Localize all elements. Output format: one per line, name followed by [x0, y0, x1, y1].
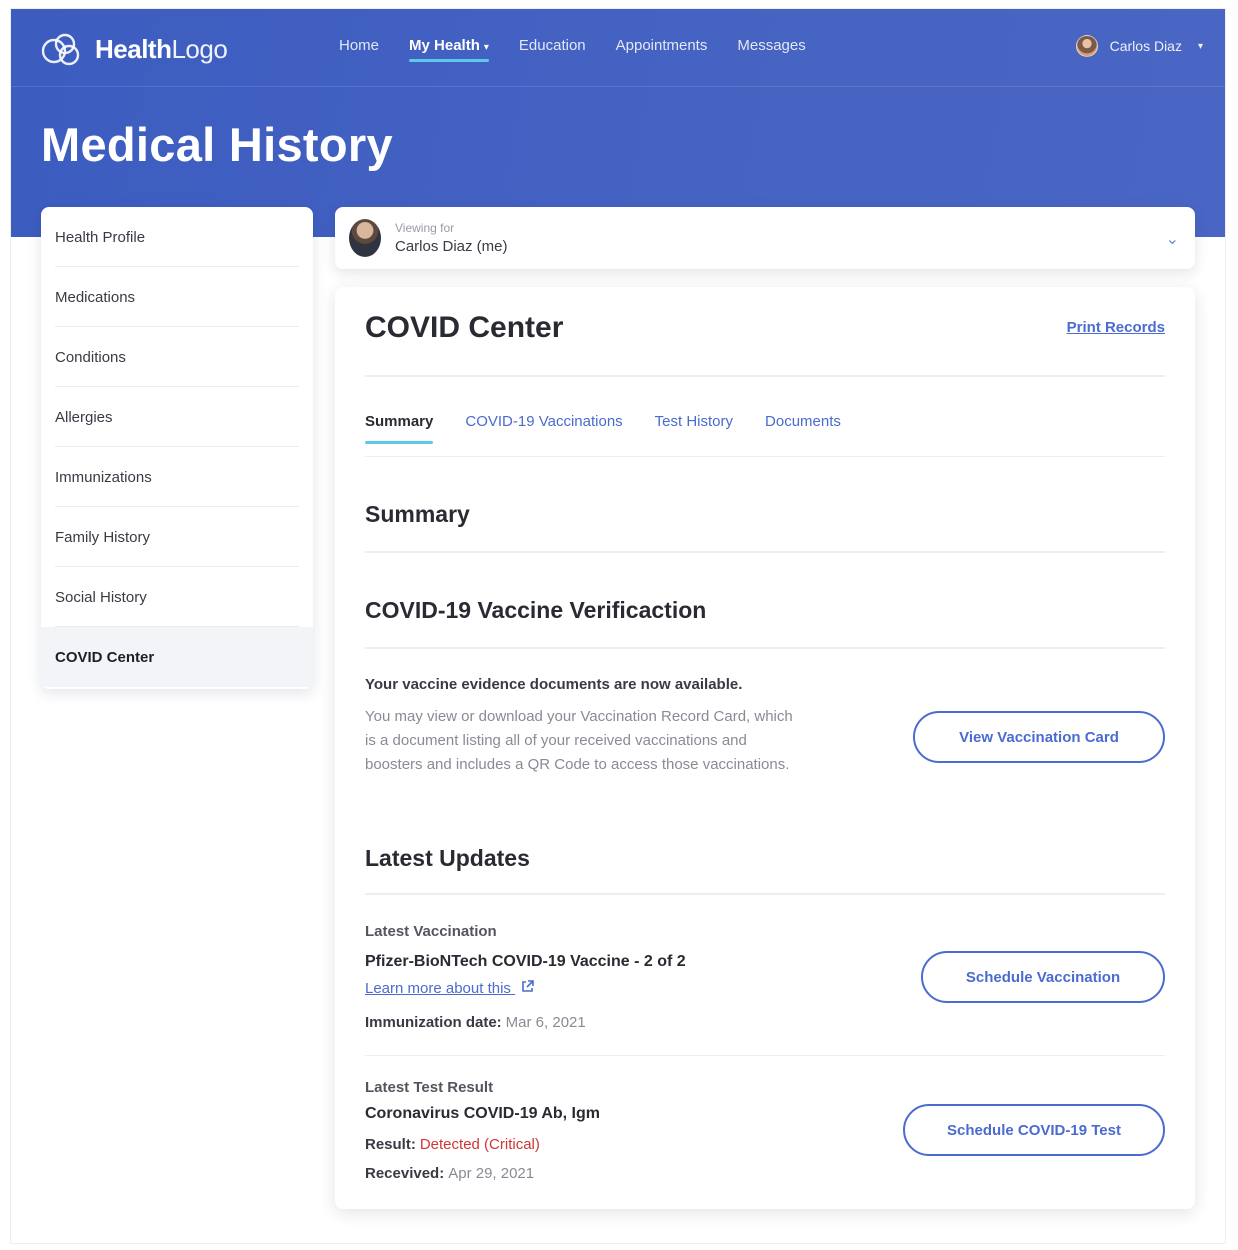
nav-links: Home My Health ▾ Education Appointments M… — [339, 37, 806, 62]
chevron-down-icon: ▾ — [1197, 40, 1203, 52]
top-navigation: HealthLogo Home My Health ▾ Education App… — [11, 9, 1225, 87]
viewing-for-label: Viewing for — [395, 221, 455, 235]
test-result: Result: Detected (Critical) — [365, 1136, 540, 1153]
schedule-covid-test-button[interactable]: Schedule COVID-19 Test — [903, 1104, 1165, 1156]
sidebar-item-social-history[interactable]: Social History — [41, 567, 313, 627]
test-name: Coronavirus COVID-19 Ab, Igm — [365, 1105, 600, 1122]
logo-icon — [41, 33, 80, 66]
nav-my-health[interactable]: My Health ▾ — [409, 37, 489, 62]
verification-notice: Your vaccine evidence documents are now … — [365, 676, 743, 693]
test-received: Recevived: Apr 29, 2021 — [365, 1165, 534, 1182]
divider — [365, 456, 1165, 457]
immunization-date: Immunization date: Mar 6, 2021 — [365, 1014, 586, 1031]
learn-more-link[interactable]: Learn more about this — [365, 980, 534, 997]
view-vaccination-card-button[interactable]: View Vaccination Card — [913, 711, 1165, 763]
immunization-date-key: Immunization date: — [365, 1014, 502, 1031]
sidebar-item-allergies[interactable]: Allergies — [41, 387, 313, 447]
header-banner: HealthLogo Home My Health ▾ Education App… — [11, 9, 1225, 237]
sidebar: Health Profile Medications Conditions Al… — [41, 207, 313, 689]
sidebar-item-covid-center[interactable]: COVID Center — [41, 627, 313, 687]
schedule-vaccination-button[interactable]: Schedule Vaccination — [921, 951, 1165, 1003]
card-title: COVID Center — [365, 311, 564, 344]
tab-documents[interactable]: Documents — [765, 413, 841, 444]
user-menu[interactable]: Carlos Diaz ▾ — [1075, 35, 1203, 57]
page-title: Medical History — [41, 118, 393, 171]
summary-heading: Summary — [365, 501, 470, 527]
learn-more-label: Learn more about this — [365, 980, 511, 997]
avatar — [349, 219, 381, 257]
sidebar-item-health-profile[interactable]: Health Profile — [41, 207, 313, 267]
chevron-down-icon: ▾ — [483, 42, 489, 53]
vaccine-name: Pfizer-BioNTech COVID-19 Vaccine - 2 of … — [365, 953, 686, 970]
nav-appointments[interactable]: Appointments — [616, 37, 708, 62]
tab-summary[interactable]: Summary — [365, 413, 434, 444]
verification-heading: COVID-19 Vaccine Verificaction — [365, 597, 707, 623]
logo-light-text: Logo — [171, 33, 228, 64]
tab-covid-vaccinations[interactable]: COVID-19 Vaccinations — [465, 413, 622, 444]
nav-home[interactable]: Home — [339, 37, 379, 62]
sidebar-item-immunizations[interactable]: Immunizations — [41, 447, 313, 507]
nav-education[interactable]: Education — [519, 37, 586, 62]
logo[interactable]: HealthLogo — [39, 29, 228, 69]
app-window: HealthLogo Home My Health ▾ Education App… — [10, 8, 1226, 1244]
avatar — [1075, 35, 1098, 57]
sidebar-item-conditions[interactable]: Conditions — [41, 327, 313, 387]
covid-center-card: COVID Center Print Records Summary COVID… — [335, 287, 1195, 1209]
chevron-down-icon: ⌄ — [1165, 231, 1179, 248]
test-result-key: Result: — [365, 1136, 416, 1153]
patient-name: Carlos Diaz (me) — [395, 238, 508, 255]
nav-my-health-label: My Health — [409, 37, 480, 54]
tab-bar: Summary COVID-19 Vaccinations Test Histo… — [365, 413, 841, 444]
tab-test-history[interactable]: Test History — [655, 413, 733, 444]
user-name: Carlos Diaz — [1109, 38, 1182, 54]
nav-messages[interactable]: Messages — [737, 37, 805, 62]
test-result-value: Detected (Critical) — [419, 1136, 540, 1153]
logo-bold-text: Health — [95, 33, 172, 64]
patient-selector[interactable]: Viewing for Carlos Diaz (me) ⌄ — [335, 207, 1195, 269]
divider — [365, 375, 1165, 377]
test-received-value: Apr 29, 2021 — [448, 1165, 535, 1182]
external-link-icon — [521, 980, 534, 997]
sidebar-item-family-history[interactable]: Family History — [41, 507, 313, 567]
latest-vaccination-label: Latest Vaccination — [365, 923, 497, 940]
divider — [365, 1055, 1165, 1056]
sidebar-item-medications[interactable]: Medications — [41, 267, 313, 327]
latest-updates-heading: Latest Updates — [365, 845, 530, 871]
logo-wordmark: HealthLogo — [95, 33, 228, 65]
divider — [365, 647, 1165, 649]
patient-selector-text: Viewing for Carlos Diaz (me) — [395, 221, 508, 255]
print-records-link[interactable]: Print Records — [1067, 319, 1165, 336]
immunization-date-value: Mar 6, 2021 — [505, 1014, 586, 1031]
latest-test-label: Latest Test Result — [365, 1079, 494, 1096]
divider — [365, 893, 1165, 895]
verification-description: You may view or download your Vaccinatio… — [365, 708, 793, 773]
test-received-key: Recevived: — [365, 1165, 445, 1182]
divider — [365, 551, 1165, 553]
